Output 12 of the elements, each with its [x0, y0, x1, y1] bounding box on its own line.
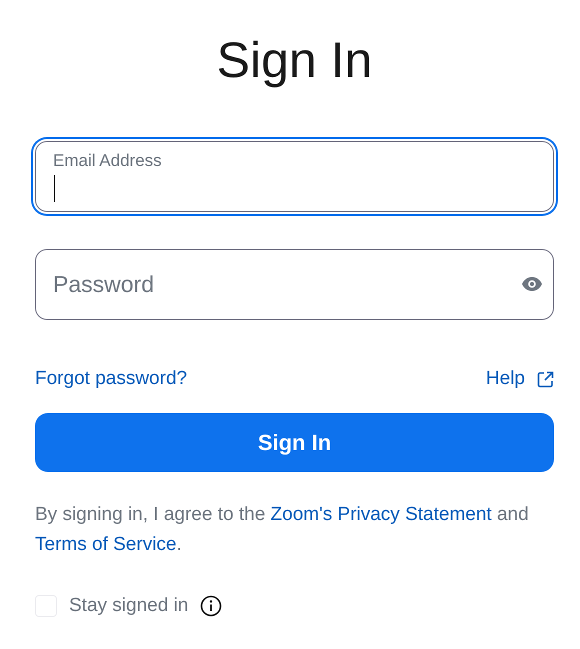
forgot-password-link[interactable]: Forgot password?	[35, 368, 188, 390]
page-title: Sign In	[216, 31, 374, 90]
help-link[interactable]: Help	[486, 368, 525, 390]
sign-in-button[interactable]: Sign In	[35, 413, 554, 472]
terms-text: By signing in, I agree to the Zoom's Privacy Statement and Terms of Service.	[35, 503, 530, 557]
password-field[interactable]: Password	[35, 249, 554, 320]
legal-link[interactable]: Terms of Service	[35, 534, 176, 555]
info-icon[interactable]	[200, 595, 222, 617]
external-link-icon[interactable]	[537, 370, 554, 388]
legal-link[interactable]: Zoom's Privacy Statement	[270, 504, 492, 525]
stay-signed-in-label: Stay signed in	[69, 595, 188, 617]
eye-icon[interactable]	[521, 276, 543, 292]
